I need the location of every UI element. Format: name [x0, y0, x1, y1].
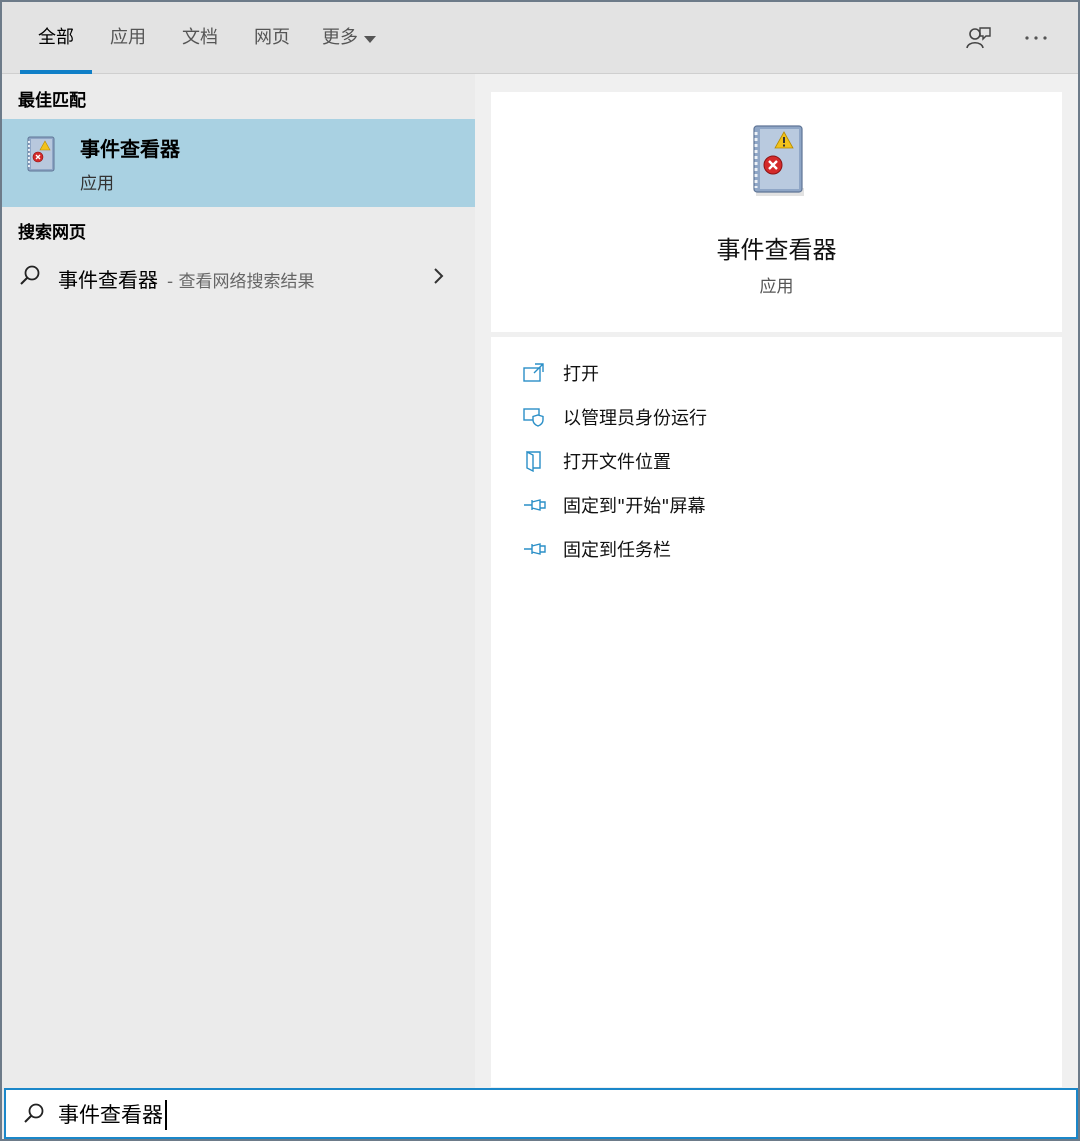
web-result-suffix: - 查看网络搜索结果	[167, 272, 315, 292]
action-label: 打开	[563, 364, 599, 385]
action-run-as-admin[interactable]: 以管理员身份运行	[523, 401, 1023, 433]
action-pin-to-taskbar[interactable]: 固定到任务栏	[523, 533, 1023, 565]
tab-web[interactable]: 网页	[244, 2, 300, 74]
search-bar[interactable]	[4, 1088, 1078, 1139]
action-label: 固定到"开始"屏幕	[563, 496, 706, 517]
action-label: 以管理员身份运行	[563, 408, 707, 429]
action-open-file-location[interactable]: 打开文件位置	[523, 445, 1023, 477]
search-icon	[24, 1103, 44, 1123]
action-label: 固定到任务栏	[563, 540, 671, 561]
pin-icon	[524, 499, 546, 511]
best-match-item[interactable]: 事件查看器 应用	[2, 119, 475, 207]
app-type: 应用	[759, 277, 794, 297]
search-icon	[20, 265, 40, 285]
shield-icon	[523, 408, 544, 427]
results-panel: 最佳匹配 事件查看器 应用 搜索网页 事件查看器 - 查看网络搜索结果	[2, 74, 475, 1088]
event-viewer-icon	[27, 136, 55, 172]
app-title: 事件查看器	[716, 236, 837, 264]
action-label: 打开文件位置	[563, 452, 671, 473]
actions-card: 打开 以管理员身份运行 打开文件位置 固定到"开始"屏幕 固定到任务栏	[491, 337, 1062, 1087]
more-options-icon	[1025, 36, 1047, 40]
app-summary-card: 事件查看器 应用	[491, 92, 1062, 332]
action-pin-to-start[interactable]: 固定到"开始"屏幕	[523, 489, 1023, 521]
web-search-result[interactable]: 事件查看器 - 查看网络搜索结果	[2, 252, 475, 302]
tab-more[interactable]: 更多	[322, 2, 392, 74]
open-icon	[523, 363, 544, 382]
tab-more-label: 更多	[322, 27, 358, 48]
pin-icon	[524, 543, 546, 555]
web-search-heading: 搜索网页	[18, 223, 86, 243]
tab-all[interactable]: 全部	[20, 2, 92, 74]
action-open[interactable]: 打开	[523, 357, 1023, 389]
tab-documents[interactable]: 文档	[172, 2, 228, 74]
best-match-heading: 最佳匹配	[18, 91, 86, 111]
feedback-icon	[966, 27, 991, 49]
tab-bar: 全部 应用 文档 网页 更多	[2, 2, 1078, 74]
chevron-down-icon	[364, 35, 376, 43]
tab-apps[interactable]: 应用	[100, 2, 156, 74]
chevron-right-icon	[434, 268, 444, 284]
best-match-subtitle: 应用	[80, 174, 114, 194]
text-cursor	[165, 1100, 167, 1130]
search-input[interactable]	[58, 1096, 1058, 1132]
best-match-title: 事件查看器	[80, 137, 180, 161]
detail-panel: 事件查看器 应用 打开 以管理员身份运行 打开文件位置 固定到"开始"屏幕 固定…	[475, 74, 1078, 1088]
feedback-button[interactable]	[962, 22, 994, 54]
search-window: 全部 应用 文档 网页 更多 最佳匹配 事件查看器 应用 搜索网页 事件查看器 …	[0, 0, 1080, 1141]
event-viewer-icon	[753, 125, 804, 196]
web-result-query: 事件查看器	[58, 268, 158, 292]
file-location-icon	[526, 450, 541, 472]
more-options-button[interactable]	[1020, 22, 1052, 54]
